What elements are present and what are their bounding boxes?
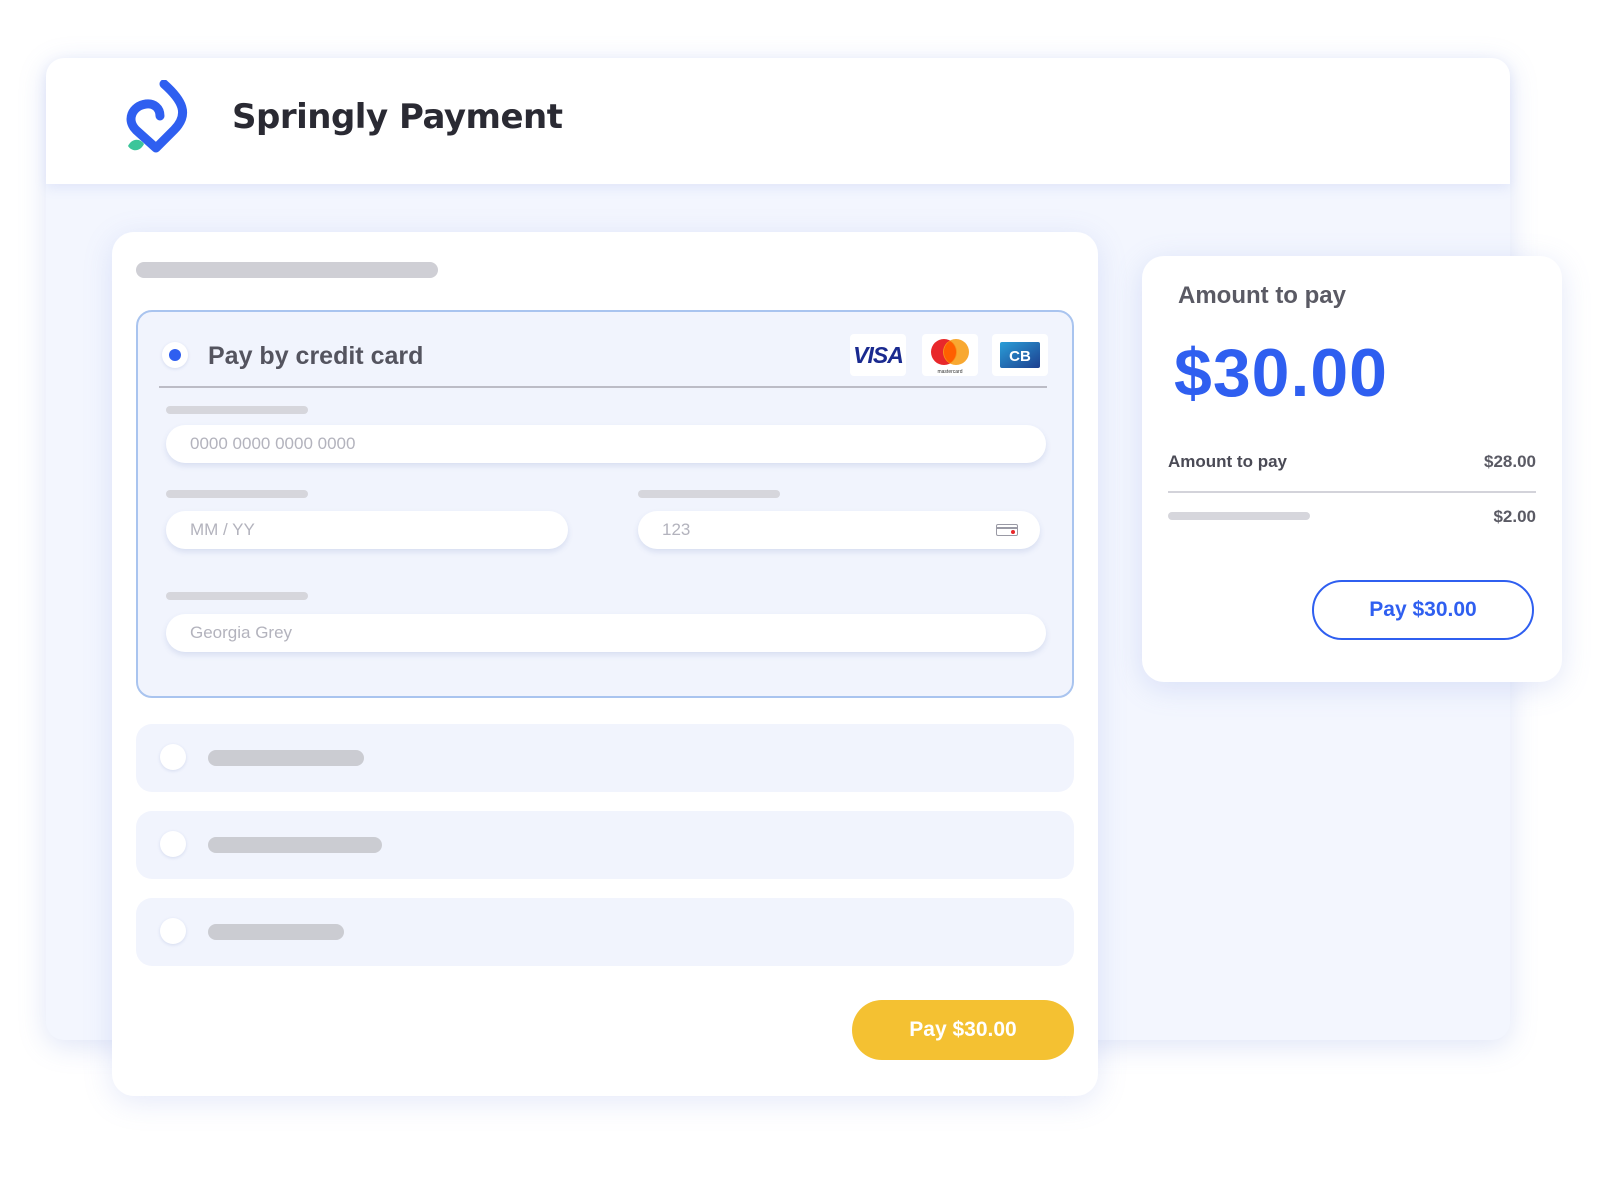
- cardholder-name-input[interactable]: Georgia Grey: [166, 614, 1046, 652]
- mastercard-icon: mastercard: [922, 334, 978, 376]
- credit-card-radio[interactable]: [162, 342, 188, 368]
- summary-row-value: $2.00: [1493, 507, 1536, 526]
- visa-icon: VISA: [850, 334, 906, 376]
- cvc-label-placeholder: [638, 490, 780, 498]
- payment-method-option[interactable]: [136, 898, 1074, 966]
- payment-method-option[interactable]: [136, 724, 1074, 792]
- payment-method-radio[interactable]: [160, 744, 186, 770]
- pay-button[interactable]: Pay $30.00: [852, 1000, 1074, 1060]
- method-label-placeholder: [208, 924, 344, 940]
- credit-card-divider: [159, 386, 1047, 388]
- method-label-placeholder: [208, 750, 364, 766]
- app-title: Springly Payment: [232, 97, 563, 137]
- payment-method-radio[interactable]: [160, 918, 186, 944]
- summary-row-label-placeholder: [1168, 512, 1310, 520]
- method-label-placeholder: [208, 837, 382, 853]
- payment-method-radio[interactable]: [160, 831, 186, 857]
- card-number-input[interactable]: 0000 0000 0000 0000: [166, 425, 1046, 463]
- cvc-input[interactable]: 123: [638, 511, 1040, 549]
- expiry-input[interactable]: MM / YY: [166, 511, 568, 549]
- expiry-label-placeholder: [166, 490, 308, 498]
- summary-row-value: $28.00: [1484, 452, 1536, 471]
- svg-text:mastercard: mastercard: [937, 369, 962, 375]
- svg-text:CB: CB: [1009, 348, 1031, 365]
- cb-card-icon: CB: [992, 334, 1048, 376]
- payment-method-option[interactable]: [136, 811, 1074, 879]
- total-amount: $30.00: [1174, 335, 1388, 411]
- summary-title: Amount to pay: [1178, 282, 1346, 309]
- cardholder-label-placeholder: [166, 592, 308, 600]
- credit-card-label: Pay by credit card: [208, 342, 424, 370]
- summary-divider: [1168, 491, 1536, 493]
- card-cvc-icon: [996, 524, 1018, 536]
- summary-row-label: Amount to pay: [1168, 452, 1287, 471]
- springly-logo-icon: [126, 80, 188, 153]
- summary-pay-button[interactable]: Pay $30.00: [1312, 580, 1534, 640]
- section-title-placeholder: [136, 262, 438, 278]
- card-number-label-placeholder: [166, 406, 308, 414]
